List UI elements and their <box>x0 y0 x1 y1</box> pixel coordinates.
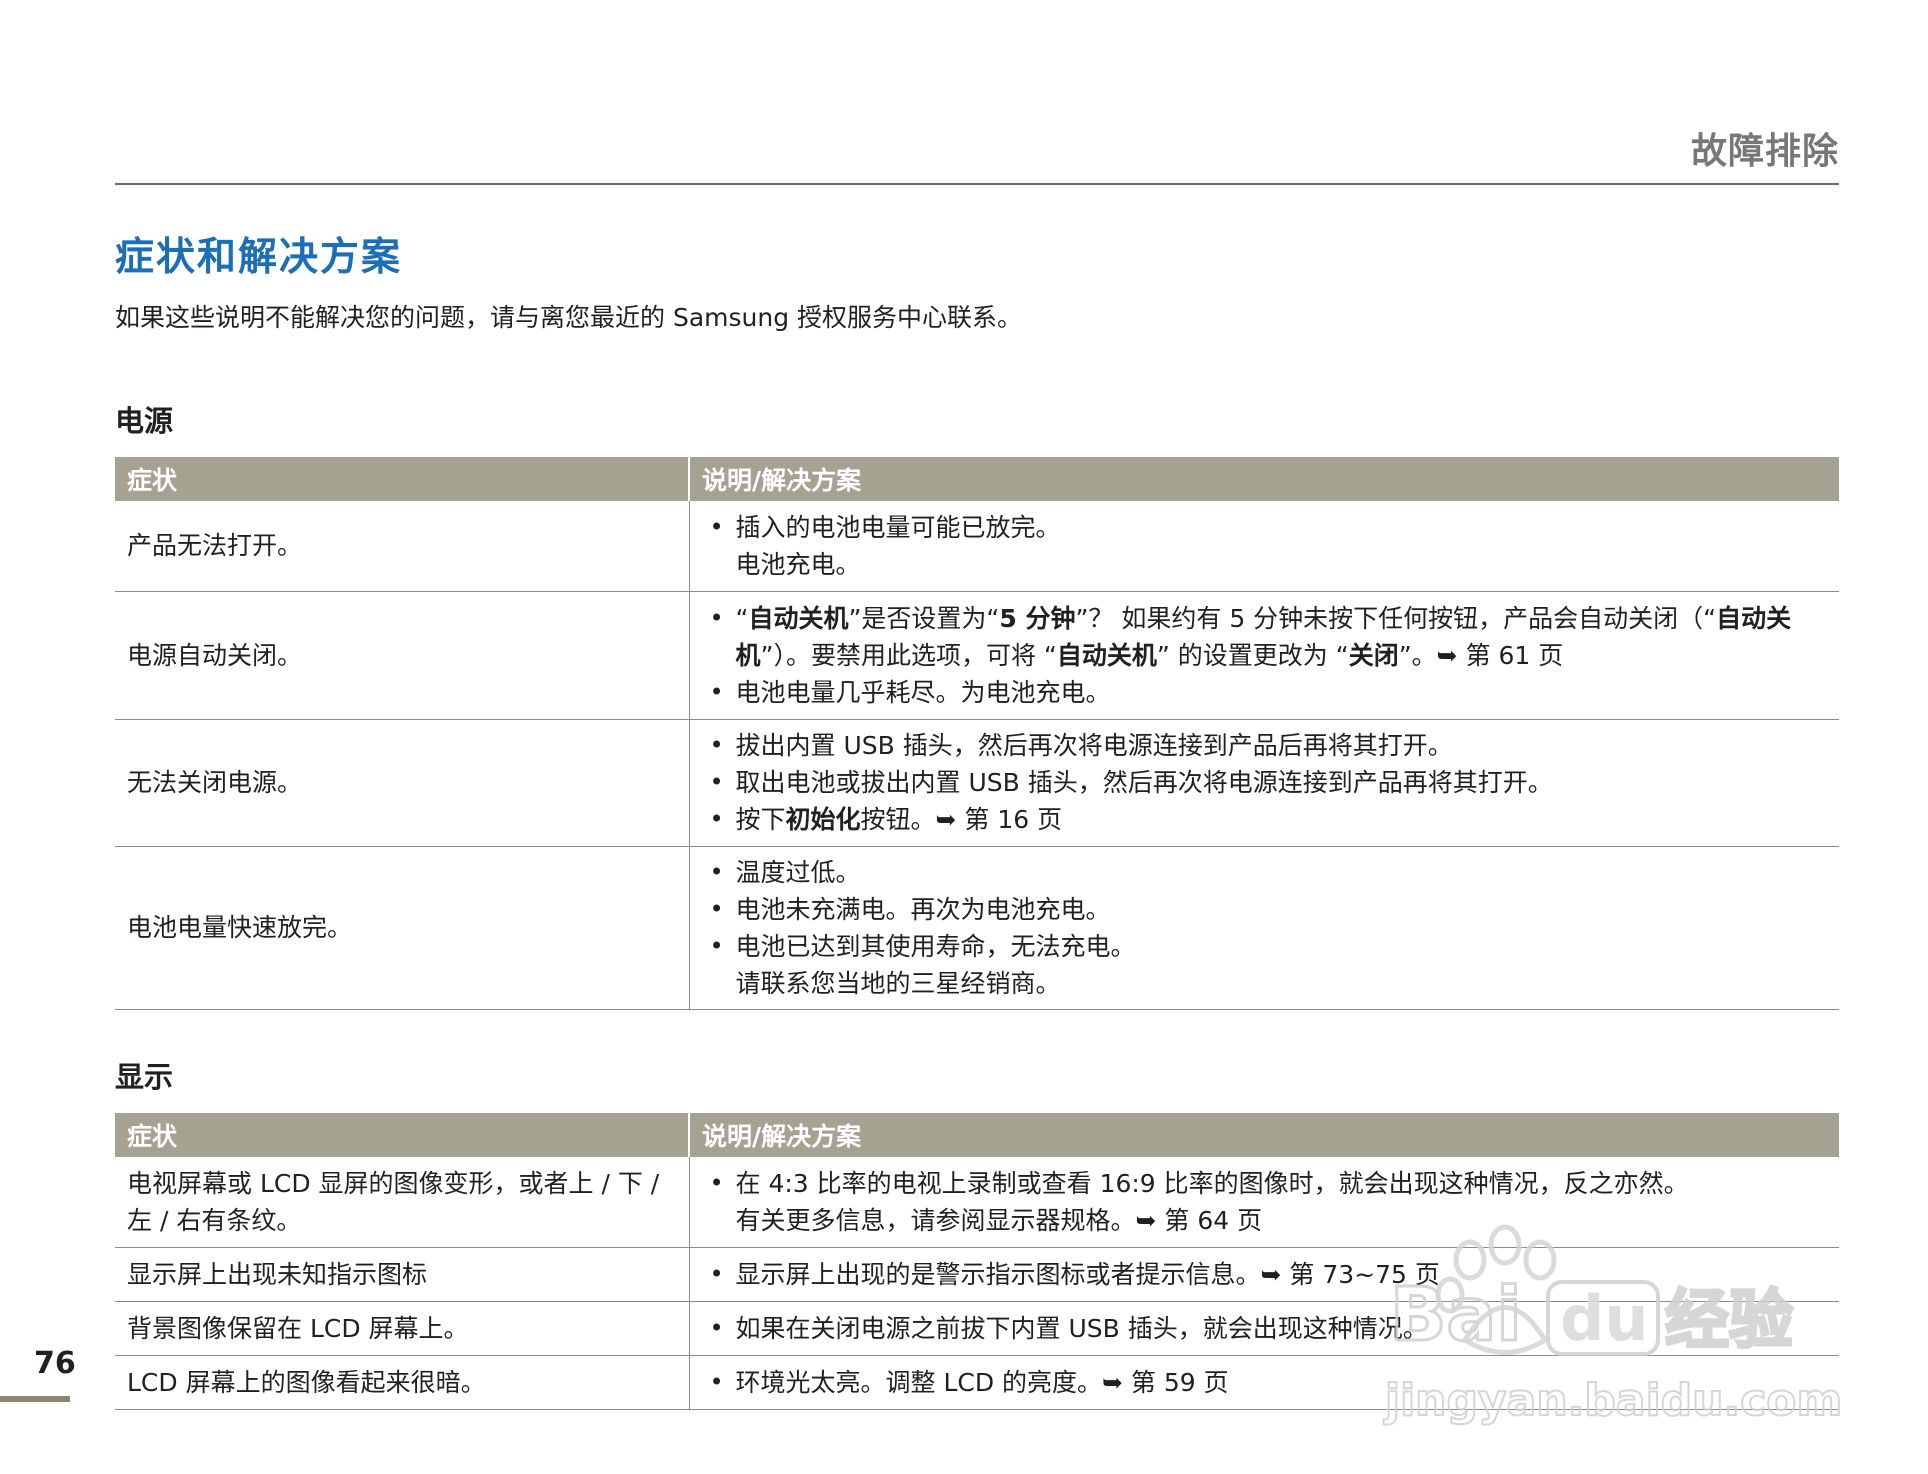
solution-item: 按下初始化按钮。➥ 第 16 页 <box>702 801 1828 838</box>
column-header-symptom: 症状 <box>115 1113 689 1157</box>
symptom-cell: LCD 屏幕上的图像看起来很暗。 <box>115 1355 689 1410</box>
header-divider <box>115 183 1839 185</box>
section-title-display: 显示 <box>115 1060 174 1094</box>
symptom-cell: 背景图像保留在 LCD 屏幕上。 <box>115 1301 689 1356</box>
table-row: 电源自动关闭。 “自动关机”是否设置为“5 分钟”？ 如果约有 5 分钟未按下任… <box>115 591 1839 720</box>
symptom-cell: 产品无法打开。 <box>115 501 689 592</box>
column-header-solution: 说明/解决方案 <box>688 457 1839 501</box>
solution-cell: 插入的电池电量可能已放完。 电池充电。 <box>688 501 1839 592</box>
solution-item: 电池电量几乎耗尽。为电池充电。 <box>702 674 1828 711</box>
symptom-cell: 显示屏上出现未知指示图标 <box>115 1247 689 1302</box>
solution-item: “自动关机”是否设置为“5 分钟”？ 如果约有 5 分钟未按下任何按钮，产品会自… <box>702 600 1828 674</box>
symptom-cell: 电源自动关闭。 <box>115 591 689 720</box>
intro-text: 如果这些说明不能解决您的问题，请与离您最近的 Samsung 授权服务中心联系。 <box>115 303 1023 332</box>
table-header-row: 症状 说明/解决方案 <box>115 1113 1839 1157</box>
solution-item: 取出电池或拔出内置 USB 插头，然后再次将电源连接到产品再将其打开。 <box>702 764 1828 801</box>
solution-cell: 温度过低。 电池未充满电。再次为电池充电。 电池已达到其使用寿命，无法充电。 请… <box>688 846 1839 1010</box>
symptom-cell: 电池电量快速放完。 <box>115 846 689 1010</box>
symptom-cell: 电视屏幕或 LCD 显屏的图像变形，或者上 / 下 / 左 / 右有条纹。 <box>115 1157 689 1248</box>
column-header-solution: 说明/解决方案 <box>688 1113 1839 1157</box>
svg-text:jingyan.baidu.com: jingyan.baidu.com <box>1383 1375 1842 1426</box>
solution-item: 拔出内置 USB 插头，然后再次将电源连接到产品后再将其打开。 <box>702 727 1828 764</box>
table-row: 电池电量快速放完。 温度过低。 电池未充满电。再次为电池充电。 电池已达到其使用… <box>115 846 1839 1010</box>
solution-cell: “自动关机”是否设置为“5 分钟”？ 如果约有 5 分钟未按下任何按钮，产品会自… <box>688 591 1839 720</box>
baidu-watermark-logo: Bai du 经验 jingyan.baidu.com <box>1382 1224 1843 1427</box>
table-row: 无法关闭电源。 拔出内置 USB 插头，然后再次将电源连接到产品后再将其打开。 … <box>115 719 1839 847</box>
table-row: 产品无法打开。 插入的电池电量可能已放完。 电池充电。 <box>115 501 1839 592</box>
solution-item: 电池未充满电。再次为电池充电。 <box>702 891 1828 928</box>
column-header-symptom: 症状 <box>115 457 689 501</box>
solution-cell: 拔出内置 USB 插头，然后再次将电源连接到产品后再将其打开。 取出电池或拔出内… <box>688 719 1839 847</box>
power-table: 症状 说明/解决方案 产品无法打开。 插入的电池电量可能已放完。 电池充电。 电… <box>115 457 1839 1010</box>
table-header-row: 症状 说明/解决方案 <box>115 457 1839 501</box>
svg-text:经验: 经验 <box>1665 1284 1793 1358</box>
symptom-cell: 无法关闭电源。 <box>115 719 689 847</box>
solution-item: 温度过低。 <box>702 854 1828 891</box>
svg-text:du: du <box>1560 1282 1649 1355</box>
solution-item: 电池已达到其使用寿命，无法充电。 请联系您当地的三星经销商。 <box>702 928 1828 1002</box>
page-number: 76 <box>34 1346 76 1381</box>
page-number-bar <box>0 1396 70 1402</box>
page-title: 症状和解决方案 <box>115 235 403 280</box>
chapter-title: 故障排除 <box>1690 131 1839 172</box>
solution-item: 插入的电池电量可能已放完。 电池充电。 <box>702 509 1828 583</box>
svg-text:Bai: Bai <box>1390 1272 1522 1358</box>
section-title-power: 电源 <box>115 404 174 438</box>
